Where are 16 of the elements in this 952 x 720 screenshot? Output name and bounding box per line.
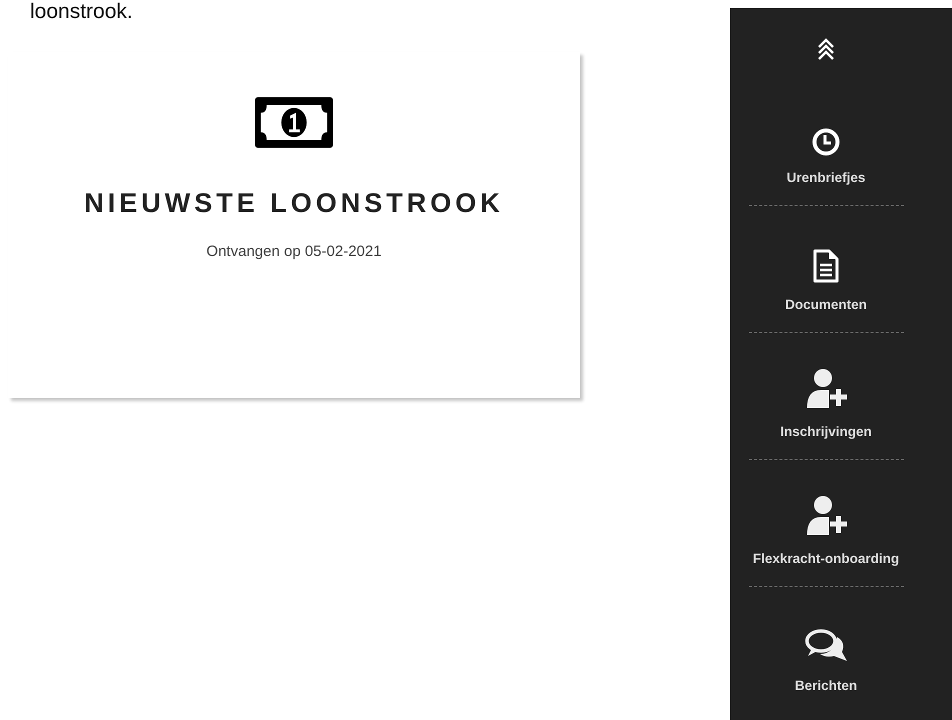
sidebar-item[interactable]: Documenten xyxy=(785,232,867,332)
sidebar-item[interactable]: Urenbriefjes xyxy=(786,105,866,205)
banknote-icon xyxy=(255,97,333,148)
collapse-button[interactable] xyxy=(817,38,835,60)
card-title: NIEUWSTE LOONSTROOK xyxy=(84,188,504,219)
sidebar-item[interactable]: Berichten xyxy=(794,613,858,713)
intro-text: loonstrook. xyxy=(30,0,134,24)
double-chevron-up-icon xyxy=(817,38,835,60)
card-subtitle: Ontvangen op 05-02-2021 xyxy=(206,243,382,260)
sidebar-item[interactable]: Flexkracht-onboarding xyxy=(752,486,900,586)
document-icon xyxy=(812,249,839,283)
user-plus-icon xyxy=(804,495,847,537)
chat-icon xyxy=(804,628,848,664)
user-plus-icon xyxy=(805,368,847,410)
clock-icon xyxy=(812,128,840,156)
sidebar-item[interactable]: Inschrijvingen xyxy=(780,359,872,459)
